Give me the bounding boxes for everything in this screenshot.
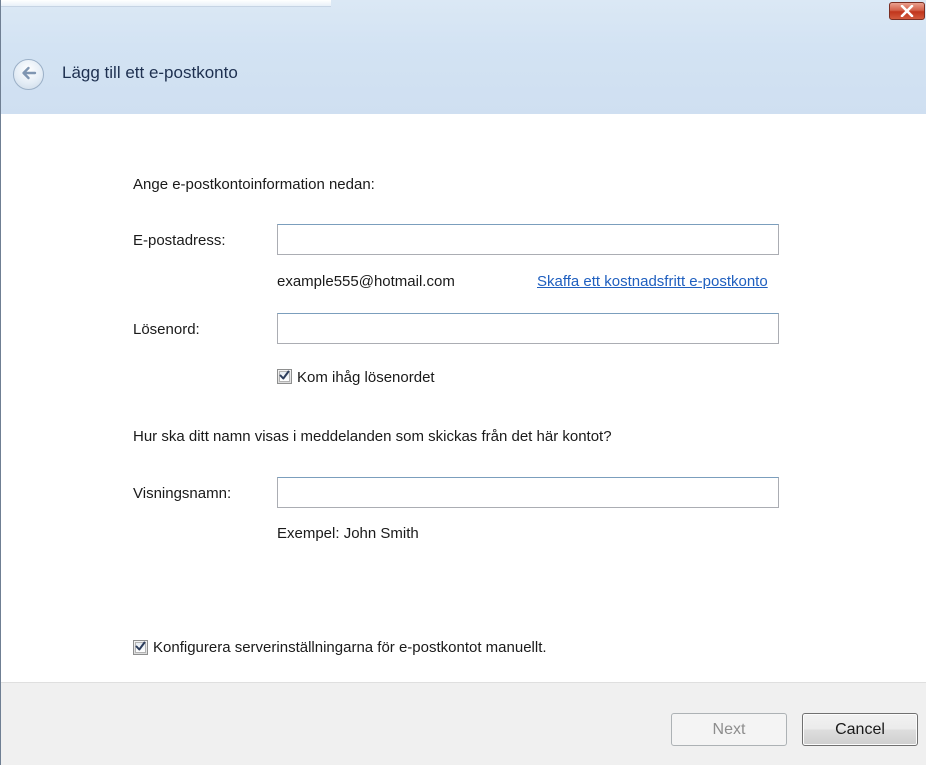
back-button[interactable] [13, 59, 44, 90]
checkmark-icon [279, 368, 290, 385]
email-example: example555@hotmail.com [277, 273, 455, 290]
display-name-question: Hur ska ditt namn visas i meddelanden so… [133, 428, 612, 445]
form-area: Ange e-postkontoinformation nedan: E-pos… [1, 114, 926, 682]
free-email-account-link[interactable]: Skaffa ett kostnadsfritt e-postkonto [537, 273, 768, 290]
email-field[interactable] [277, 224, 779, 255]
remember-password-checkbox[interactable] [277, 369, 292, 384]
next-button[interactable]: Next [671, 713, 787, 746]
page-title: Lägg till ett e-postkonto [62, 63, 238, 82]
button-bar: Next Cancel [1, 682, 926, 765]
checkmark-icon [135, 639, 146, 656]
display-name-field[interactable] [277, 477, 779, 508]
title-bar-edge [1, 0, 331, 7]
remember-password-label[interactable]: Kom ihåg lösenordet [297, 369, 435, 386]
close-button[interactable] [889, 2, 925, 20]
intro-text: Ange e-postkontoinformation nedan: [133, 176, 375, 193]
cancel-button[interactable]: Cancel [802, 713, 918, 746]
checkbox-box [135, 639, 146, 656]
back-arrow-icon [19, 63, 39, 87]
checkbox-box [279, 368, 290, 385]
email-label: E-postadress: [133, 232, 226, 249]
password-label: Lösenord: [133, 321, 200, 338]
title-bar: Lägg till ett e-postkonto [1, 0, 926, 114]
add-email-account-dialog: Lägg till ett e-postkonto Ange e-postkon… [0, 0, 926, 765]
display-name-label: Visningsnamn: [133, 485, 232, 502]
display-name-example: Exempel: John Smith [277, 525, 419, 542]
manual-config-label[interactable]: Konfigurera serverinställningarna för e-… [153, 639, 547, 656]
password-field[interactable] [277, 313, 779, 344]
close-icon [900, 5, 914, 17]
manual-config-checkbox[interactable] [133, 640, 148, 655]
